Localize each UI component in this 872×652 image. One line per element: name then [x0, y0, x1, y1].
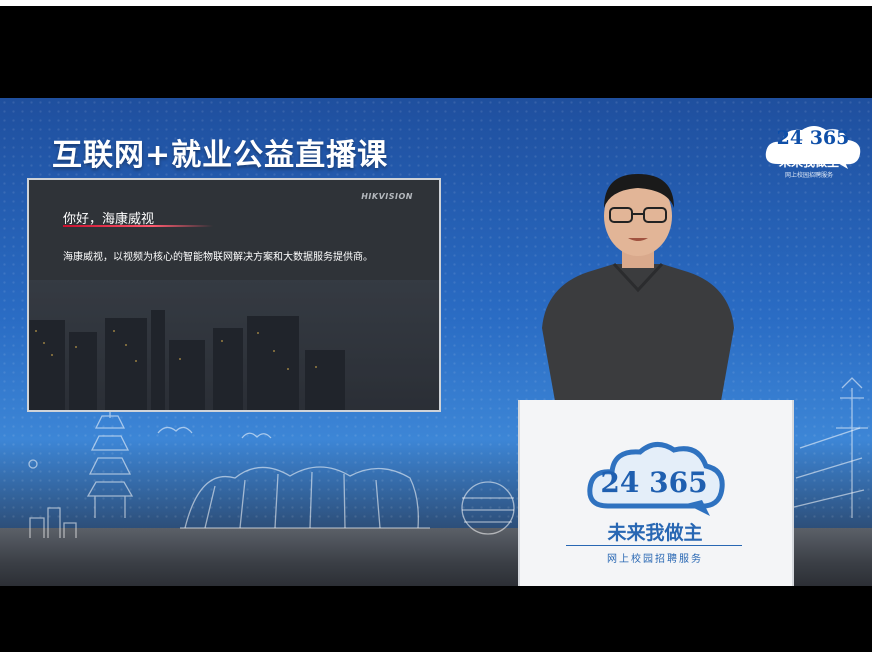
podium-divider [566, 545, 742, 546]
corner-logo-slogan: 未来我做主 [778, 155, 839, 169]
podium-logo-number: 24 365 [600, 466, 708, 499]
slide-description: 海康威视，以视频为核心的智能物联网解决方案和大数据服务提供商。 [63, 252, 373, 263]
corner-logo-subtitle: 网上校园招聘服务 [784, 172, 833, 179]
hikvision-logo: HIKVISION [361, 192, 413, 201]
podium-logo-slogan: 未来我做主 [607, 522, 703, 544]
video-frame: 互联网+就业公益直播课 24 365 未来我做主 网上校园招聘服务 你好，海康威… [0, 0, 872, 652]
banner-title: 互联网+就业公益直播课 [52, 138, 389, 173]
presenter [542, 174, 734, 418]
slide-title-underline [63, 225, 213, 227]
corner-logo-number: 24 365 [776, 127, 850, 149]
podium-logo-subtitle: 网上校园招聘服务 [607, 554, 703, 565]
top-strip [0, 0, 872, 6]
city-night-photo [29, 280, 439, 410]
presentation-screen: 你好，海康威视 HIKVISION 海康威视，以视频为核心的智能物联网解决方案和… [27, 178, 441, 412]
